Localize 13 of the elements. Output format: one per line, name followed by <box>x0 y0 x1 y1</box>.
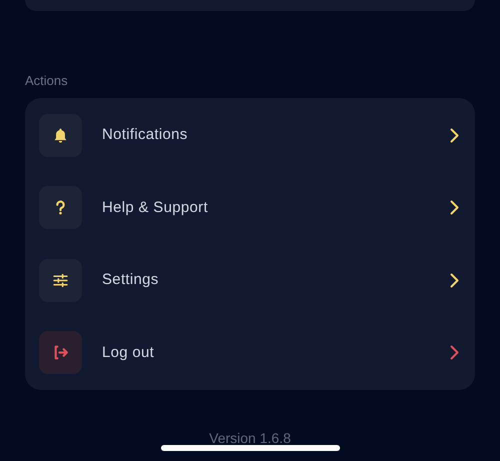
chevron-right-icon <box>450 128 459 143</box>
chevron-right-icon <box>450 200 459 216</box>
action-item[interactable]: Settings <box>25 244 475 316</box>
logout-icon <box>52 344 69 362</box>
version-text: Version 1.6.8 <box>209 431 291 445</box>
chevron-right-icon <box>450 345 459 360</box>
action-item[interactable]: Log out <box>25 316 475 389</box>
chevron-right-icon <box>450 272 459 288</box>
section-title: Actions <box>25 73 69 89</box>
bell-icon <box>52 126 69 144</box>
action-item[interactable]: Notifications <box>25 99 475 172</box>
sliders-icon <box>52 272 69 289</box>
action-item[interactable]: Help & Support <box>25 172 475 244</box>
